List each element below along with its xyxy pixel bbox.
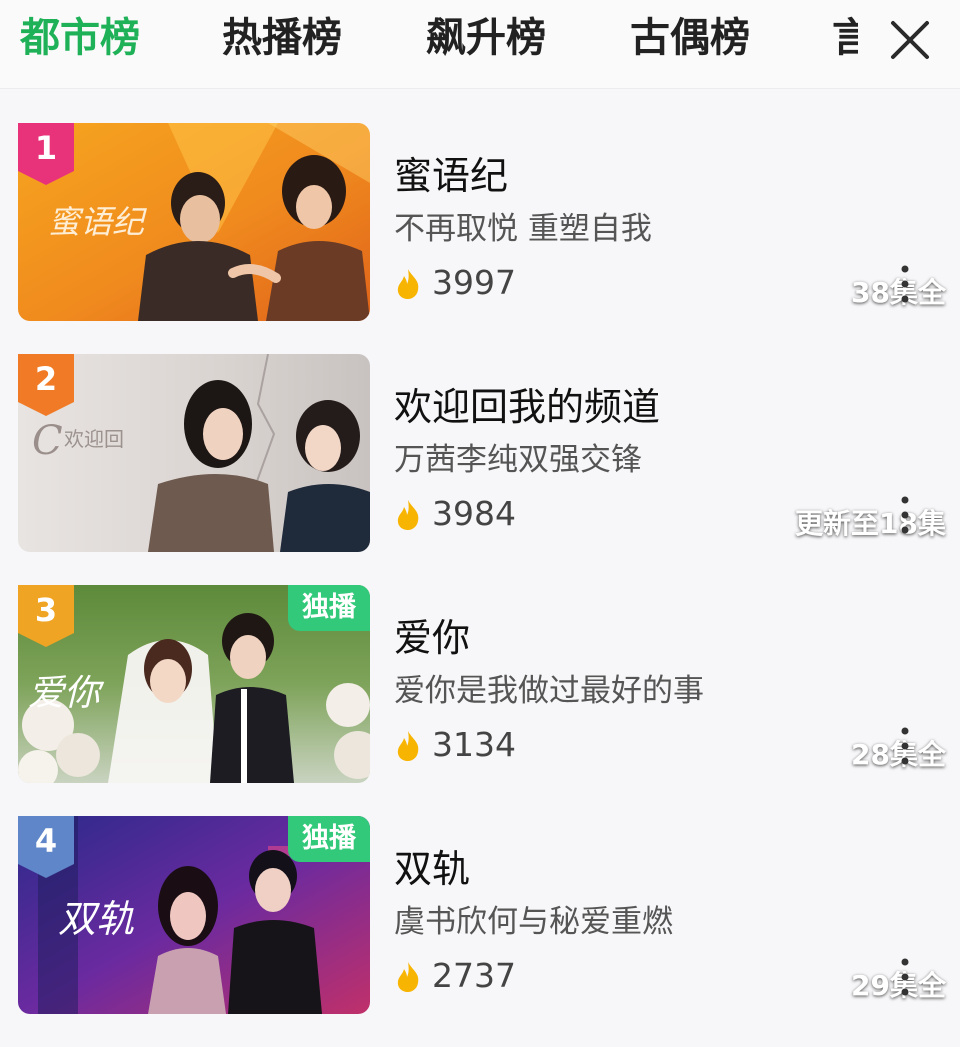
rank-number: 1 (34, 129, 58, 167)
list-item[interactable]: 爱你 3 独播 28集全 爱你 爱你是我做过最好的事 3134 (0, 585, 960, 785)
flame-icon (397, 962, 419, 992)
tab-urban[interactable]: 都市榜 (20, 10, 140, 66)
flame-icon (397, 500, 419, 530)
show-title[interactable]: 爱你 (394, 607, 470, 662)
tab-romance-partial[interactable]: 言 (832, 10, 858, 66)
more-vertical-icon[interactable] (890, 723, 920, 769)
show-subtitle: 虞书欣何与秘爱重燃 (394, 904, 673, 940)
show-subtitle: 不再取悦 重塑自我 (394, 211, 652, 247)
svg-text:C: C (32, 418, 63, 464)
tab-partial-clip: 言 (832, 10, 858, 66)
rank-badge: 2 (18, 354, 74, 416)
flame-icon (397, 731, 419, 761)
heat-value: 3984 (432, 494, 516, 533)
close-icon (891, 21, 929, 59)
svg-text:蜜语纪: 蜜语纪 (48, 203, 147, 241)
poster-overlay: 独播 (18, 585, 370, 783)
more-vertical-icon[interactable] (890, 954, 920, 1000)
show-subtitle: 爱你是我做过最好的事 (394, 673, 704, 709)
exclusive-badge: 独播 (288, 816, 370, 862)
category-tab-bar: 都市榜 热播榜 飙升榜 古偶榜 言 (0, 0, 960, 89)
episode-count: 更新至18集 (795, 507, 946, 540)
flame-icon (397, 269, 419, 299)
tab-hot[interactable]: 热播榜 (222, 10, 342, 66)
list-item[interactable]: 双轨 4 独播 29集全 双轨 虞书欣何与秘爱重燃 2737 (0, 816, 960, 1016)
rank-badge: 1 (18, 123, 74, 185)
exclusive-badge: 独播 (288, 585, 370, 631)
show-subtitle: 万茜李纯双强交锋 (394, 442, 642, 478)
list-item[interactable]: 蜜语纪 1 38集全 蜜语纪 不再取悦 重塑自我 3997 (0, 123, 960, 323)
heat-value: 3997 (432, 263, 516, 302)
rank-number: 2 (34, 360, 58, 398)
svg-text:欢迎回: 欢迎回 (64, 427, 124, 451)
list-item[interactable]: C 欢迎回 2 更新至18集 欢迎回我的频道 万茜李纯双强交锋 3984 (0, 354, 960, 554)
more-vertical-icon[interactable] (890, 261, 920, 307)
heat-value: 3134 (432, 725, 516, 764)
show-title[interactable]: 双轨 (394, 838, 470, 893)
heat-value: 2737 (432, 956, 516, 995)
close-button[interactable] (884, 14, 936, 66)
show-title[interactable]: 欢迎回我的频道 (394, 376, 660, 431)
tab-rising[interactable]: 飙升榜 (426, 10, 546, 66)
tab-costume[interactable]: 古偶榜 (630, 10, 750, 66)
poster-overlay: 独播 (18, 816, 370, 1014)
more-vertical-icon[interactable] (890, 492, 920, 538)
show-title[interactable]: 蜜语纪 (394, 145, 508, 200)
